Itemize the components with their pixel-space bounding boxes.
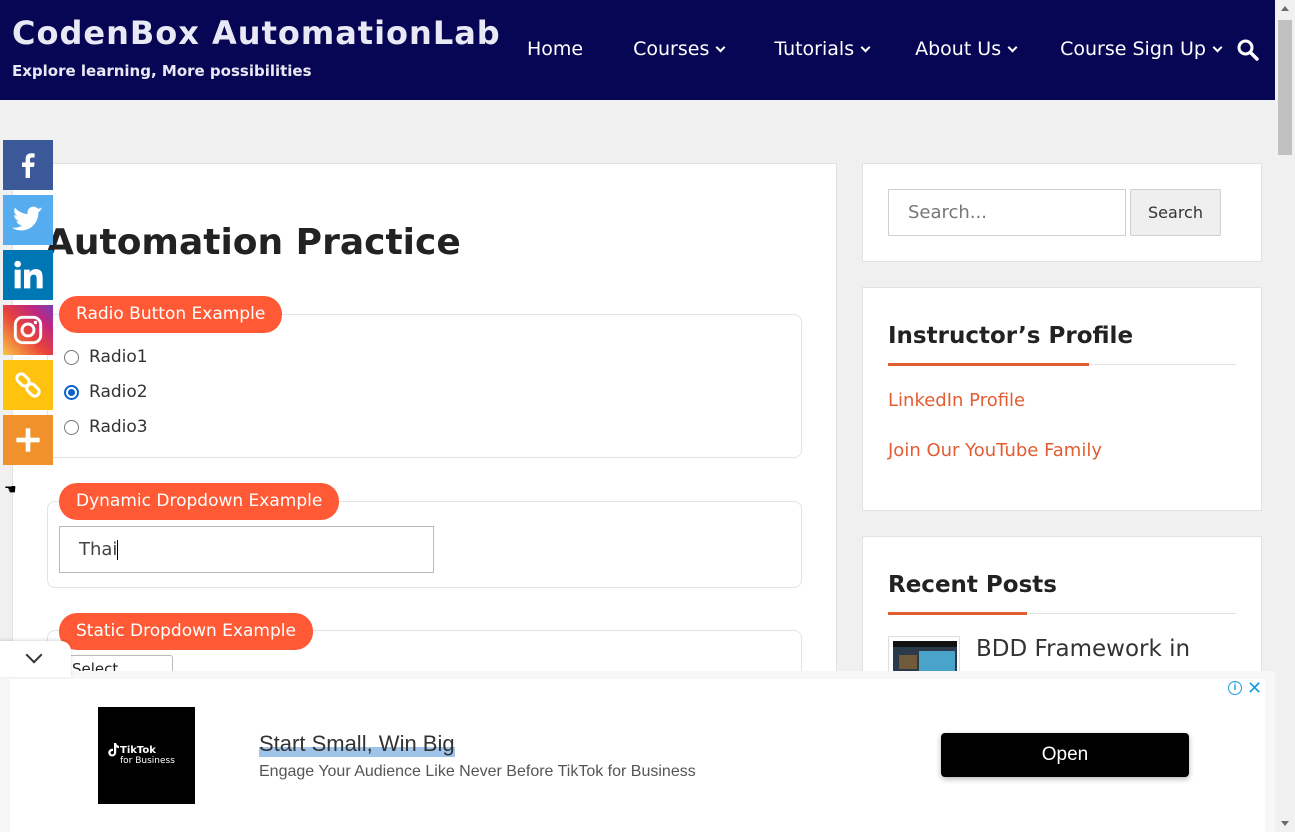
copy-link-icon[interactable] [3,360,53,410]
site-tagline: Explore learning, More possibilities [12,62,312,80]
site-header: CodenBox AutomationLab Explore learning,… [0,0,1275,100]
site-title[interactable]: CodenBox AutomationLab [12,14,501,52]
tiktok-logo-line2: for Business [120,756,175,766]
radio-option-1[interactable]: Radio1 [64,347,148,367]
linkedin-icon[interactable] [3,250,53,300]
hand-pointer-icon[interactable]: ☚ [4,482,17,498]
ad-description: Engage Your Audience Like Never Before T… [259,763,696,780]
linkedin-profile-link[interactable]: LinkedIn Profile [888,390,1025,411]
radio-legend: Radio Button Example [59,296,283,333]
autocomplete-value: Thai [79,539,118,560]
chevron-down-icon [860,42,871,52]
radio-option-2[interactable]: Radio2 [64,382,148,402]
social-share-bar [3,140,53,470]
facebook-icon[interactable] [3,140,53,190]
instagram-icon[interactable] [3,305,53,355]
tiktok-logo-text: TikTok for Business [108,745,175,767]
recent-post-link[interactable]: BDD Framework in [976,636,1190,662]
nav-home[interactable]: Home [527,38,583,60]
widget-title-underline [888,612,1027,615]
text-caret [117,540,119,560]
chevron-down-icon [1212,42,1223,52]
radio-label: Radio3 [89,417,148,437]
radio-button[interactable] [64,419,79,435]
nav-courses[interactable]: Courses [633,38,726,60]
radio-label: Radio1 [89,347,148,367]
nav-tutorials[interactable]: Tutorials [774,38,871,60]
nav-tutorials-label: Tutorials [774,38,855,60]
twitter-icon[interactable] [3,195,53,245]
chevron-down-icon [715,42,726,52]
instructor-widget-title: Instructor’s Profile [888,323,1134,349]
widget-title-underline [888,363,1089,366]
radio-option-3[interactable]: Radio3 [64,417,148,437]
ad-open-button[interactable]: Open [941,733,1189,777]
scroll-down-arrow-icon[interactable] [1281,821,1289,826]
nav-course-sign-up[interactable]: Course Sign Up [1060,38,1223,60]
page-scrollbar[interactable] [1275,0,1295,832]
tiktok-logo-line1: TikTok [120,745,156,756]
youtube-family-link[interactable]: Join Our YouTube Family [888,440,1102,461]
ad-close-icon[interactable]: ✕ [1247,678,1262,699]
nav-about-us-label: About Us [915,38,1002,60]
ad-collapse-tab[interactable] [0,641,71,677]
autocomplete-input[interactable]: Thai [59,526,434,573]
dynamic-dropdown-legend: Dynamic Dropdown Example [59,483,340,520]
scroll-up-arrow-icon[interactable] [1281,6,1289,11]
sidebar-search-button[interactable]: Search [1130,189,1221,236]
brand[interactable]: CodenBox AutomationLab Explore learning,… [12,14,501,80]
radio-button[interactable] [64,349,79,365]
radio-fieldset [47,314,802,458]
sidebar-search-input[interactable]: Search... [888,189,1126,236]
nav-course-sign-up-label: Course Sign Up [1060,38,1206,60]
post-thumbnail[interactable] [888,636,960,676]
radio-button[interactable] [64,384,79,400]
chevron-down-icon [1007,42,1018,52]
page-title: Automation Practice [46,222,461,263]
recent-posts-title: Recent Posts [888,572,1057,598]
chevron-down-icon [25,646,43,664]
more-icon[interactable] [3,415,53,465]
static-dropdown-legend: Static Dropdown Example [59,613,313,650]
tiktok-business-logo[interactable]: TikTok for Business [98,707,195,804]
search-icon[interactable] [1236,38,1260,66]
radio-label: Radio2 [89,382,148,402]
ad-info-icon[interactable]: i [1228,681,1242,695]
main-nav: Home Courses Tutorials About Us Course S… [527,38,1223,60]
scrollbar-thumb[interactable] [1278,20,1292,155]
nav-courses-label: Courses [633,38,710,60]
nav-about-us[interactable]: About Us [915,38,1018,60]
ad-headline[interactable]: Start Small, Win Big [259,731,455,757]
nav-home-label: Home [527,38,584,60]
